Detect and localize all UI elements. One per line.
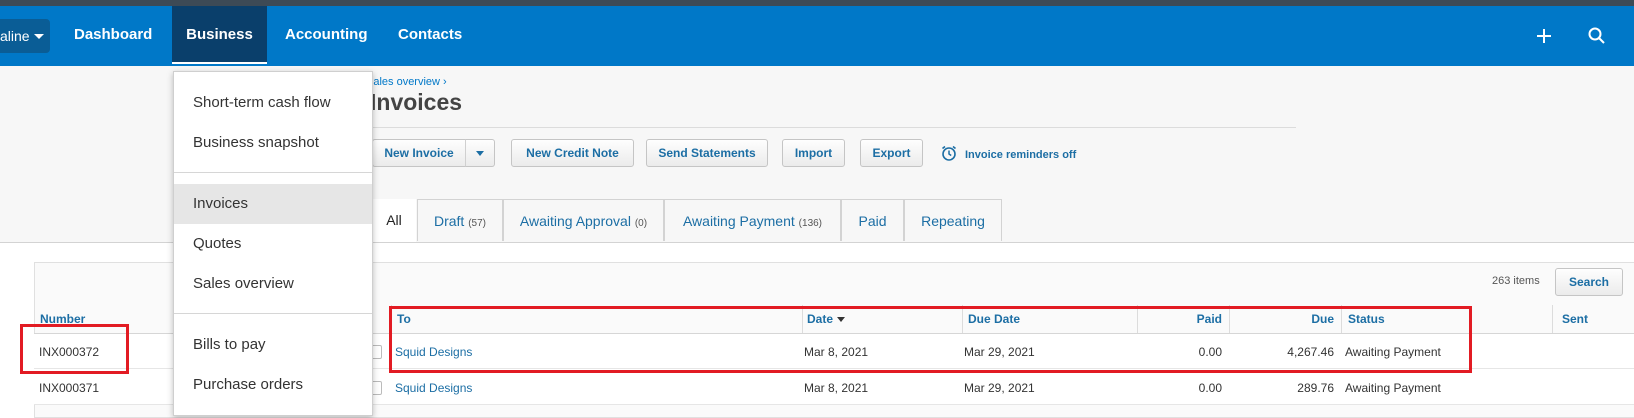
tab-repeating[interactable]: Repeating [904, 199, 1002, 241]
invoice-number[interactable]: INX000371 [39, 381, 99, 395]
menu-item-business-snapshot[interactable]: Business snapshot [174, 123, 372, 163]
tab-awaiting-approval-label: Awaiting Approval [519, 213, 631, 229]
menu-item-invoices[interactable]: Invoices [174, 184, 372, 224]
new-credit-note-button[interactable]: New Credit Note [511, 139, 634, 167]
invoice-reminders-toggle[interactable]: Invoice reminders off [940, 144, 1076, 165]
invoice-due: 289.76 [1297, 381, 1334, 395]
header-divider [372, 127, 1296, 128]
menu-item-sales-overview[interactable]: Sales overview [174, 264, 372, 304]
organisation-switcher[interactable]: aline [0, 19, 50, 53]
menu-divider [174, 313, 372, 314]
nav-contacts[interactable]: Contacts [384, 6, 476, 66]
menu-divider [174, 172, 372, 173]
column-sent[interactable]: Sent [1562, 312, 1588, 326]
invoice-status: Awaiting Payment [1345, 381, 1441, 395]
menu-item-quotes[interactable]: Quotes [174, 224, 372, 264]
menu-item-purchase-orders[interactable]: Purchase orders [174, 365, 372, 405]
tab-draft-count: (57) [468, 218, 487, 229]
highlight-box-row-details [389, 306, 1472, 373]
search-icon[interactable] [1585, 24, 1609, 48]
import-button[interactable]: Import [782, 139, 845, 167]
invoice-due-date: Mar 29, 2021 [964, 381, 1035, 395]
new-invoice-button[interactable]: New Invoice [372, 139, 466, 167]
invoice-reminders-label: Invoice reminders off [965, 148, 1077, 161]
nav-business[interactable]: Business [172, 6, 267, 64]
tab-awaiting-approval[interactable]: Awaiting Approval (0) [503, 199, 664, 241]
top-navbar: aline Dashboard Business Accounting Cont… [0, 6, 1634, 66]
tab-awaiting-approval-count: (0) [634, 218, 648, 229]
send-statements-button[interactable]: Send Statements [646, 139, 768, 167]
tab-awaiting-payment[interactable]: Awaiting Payment (136) [664, 199, 841, 241]
menu-item-short-term-cash-flow[interactable]: Short-term cash flow [174, 83, 372, 123]
tab-awaiting-payment-label: Awaiting Payment [682, 213, 795, 229]
tab-draft-label: Draft [433, 213, 465, 229]
items-count: 263 items [1492, 275, 1540, 287]
tab-draft[interactable]: Draft (57) [417, 199, 503, 241]
organisation-name: aline [0, 28, 30, 44]
nav-accounting[interactable]: Accounting [271, 6, 382, 66]
invoice-contact-link[interactable]: Squid Designs [395, 381, 472, 395]
highlight-box-number [20, 324, 129, 374]
export-button[interactable]: Export [860, 139, 923, 167]
page-title: Invoices [370, 89, 463, 115]
search-button[interactable]: Search [1555, 268, 1623, 296]
tab-all[interactable]: All [372, 199, 416, 242]
tab-paid-label: Paid [858, 213, 887, 229]
tab-awaiting-payment-count: (136) [798, 218, 823, 229]
menu-item-bills-to-pay[interactable]: Bills to pay [174, 325, 372, 365]
tab-all-label: All [386, 212, 402, 228]
tab-paid[interactable]: Paid [841, 199, 904, 241]
invoice-date: Mar 8, 2021 [804, 381, 869, 395]
invoice-paid: 0.00 [1198, 381, 1222, 395]
column-separator [1552, 305, 1553, 334]
chevron-down-icon [476, 150, 484, 156]
tab-repeating-label: Repeating [921, 213, 985, 229]
nav-dashboard[interactable]: Dashboard [60, 6, 166, 66]
alarm-clock-icon [940, 144, 958, 165]
breadcrumb[interactable]: Sales overview › [366, 76, 447, 88]
new-invoice-menu-button[interactable] [465, 139, 495, 167]
plus-icon[interactable] [1532, 24, 1556, 48]
business-dropdown-menu: Short-term cash flow Business snapshot I… [173, 71, 373, 416]
chevron-down-icon [33, 33, 44, 39]
